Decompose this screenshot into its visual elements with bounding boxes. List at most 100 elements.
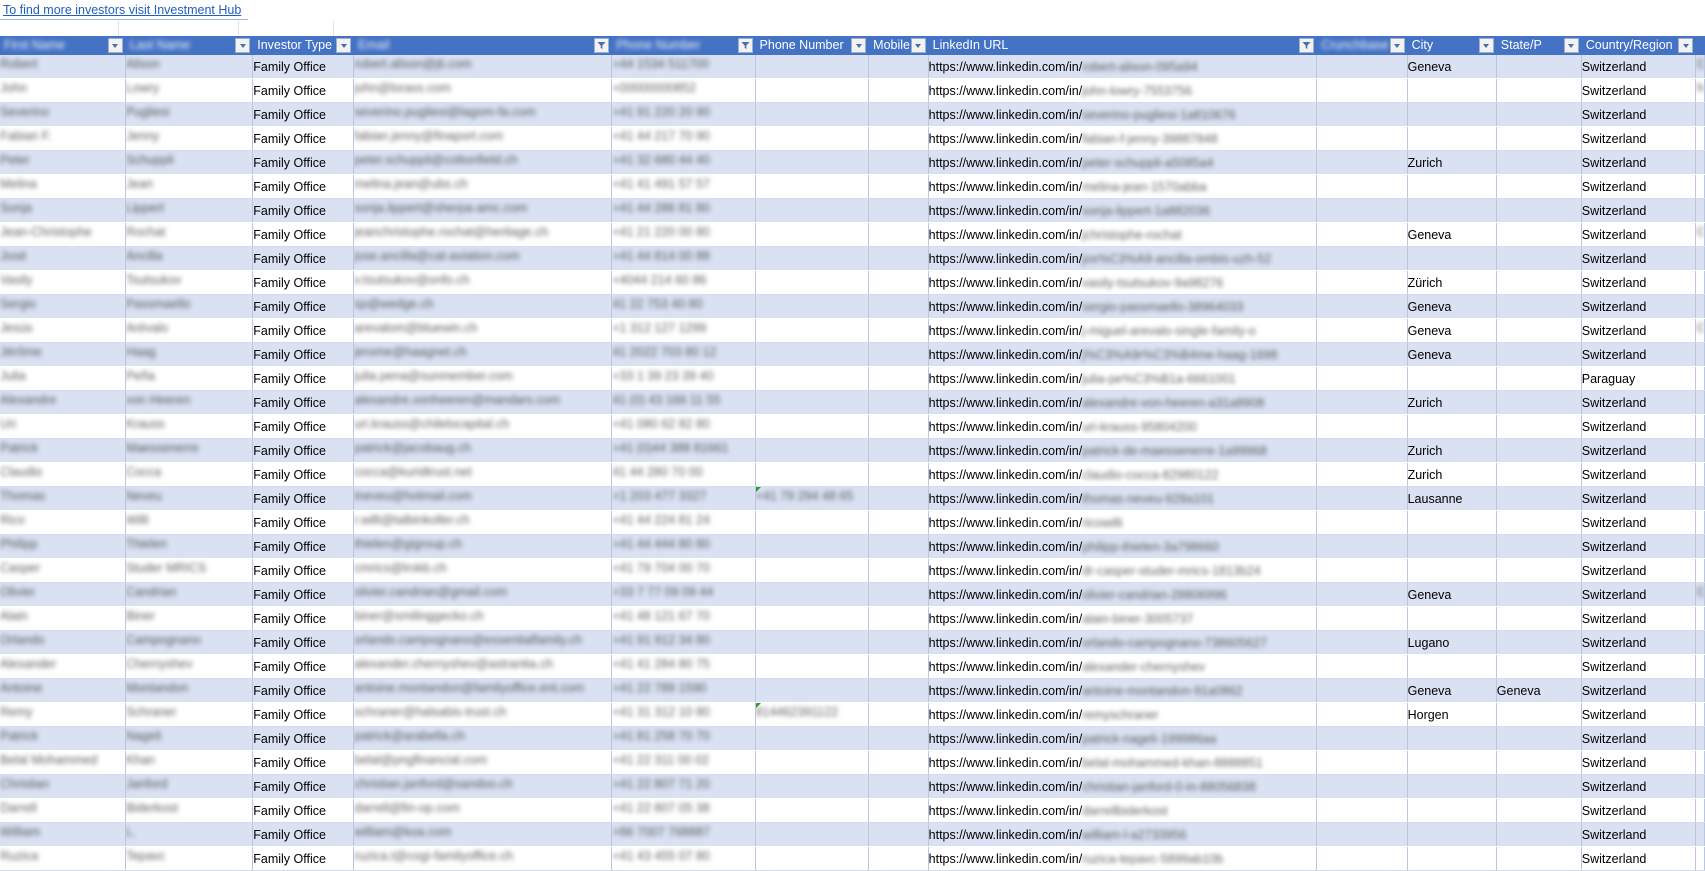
cell-city[interactable]	[1407, 414, 1497, 439]
column-header-investor_type[interactable]: Investor Type	[252, 36, 355, 55]
cell-extra[interactable]	[1695, 366, 1705, 391]
cell-extra[interactable]	[1695, 630, 1705, 655]
cell-linkedin[interactable]: https://www.linkedin.com/in/belal-mohamm…	[928, 750, 1318, 775]
cell-country[interactable]: Switzerland	[1581, 486, 1697, 511]
cell-linkedin[interactable]: https://www.linkedin.com/in/william-l-a2…	[928, 822, 1318, 847]
cell-last_name[interactable]: Neveu	[125, 486, 254, 511]
cell-phone1[interactable]: +41 44 444 80 80	[611, 534, 756, 559]
cell-last_name[interactable]: Lowry	[125, 78, 254, 103]
cell-mobile[interactable]	[868, 414, 929, 439]
cell-country[interactable]: Switzerland	[1581, 726, 1697, 751]
cell-last_name[interactable]: Studer MRICS	[125, 558, 254, 583]
table-row[interactable]: Alain Biner Family Office biner@smilinggeck…	[0, 606, 1705, 631]
cell-email[interactable]: william@koa.com	[353, 822, 613, 847]
cell-phone2[interactable]	[755, 222, 870, 247]
cell-investor_type[interactable]: Family Office	[252, 414, 355, 439]
cell-crunchbase[interactable]	[1316, 246, 1408, 271]
cell-country[interactable]: Switzerland	[1581, 678, 1697, 703]
cell-crunchbase[interactable]	[1316, 294, 1408, 319]
cell-last_name[interactable]: Khan	[125, 750, 254, 775]
cell-extra[interactable]: G	[1695, 222, 1705, 247]
cell-investor_type[interactable]: Family Office	[252, 750, 355, 775]
cell-last_name[interactable]: Rochat	[125, 222, 254, 247]
cell-city[interactable]	[1407, 366, 1497, 391]
table-row[interactable]: Julia Peña Family Office julia.pena@sunmemb…	[0, 366, 1705, 391]
cell-email[interactable]: uri.krauss@chilelocapital.ch	[353, 414, 613, 439]
cell-country[interactable]: Switzerland	[1581, 606, 1697, 631]
cell-first_name[interactable]: Alain	[0, 606, 126, 631]
cell-email[interactable]: jerome@haagnet.ch	[353, 342, 613, 367]
cell-last_name[interactable]: Pugliesi	[125, 102, 254, 127]
cell-phone1[interactable]: +41 41 284 80 75	[611, 654, 756, 679]
cell-phone1[interactable]: +41 91 220 20 90	[611, 102, 756, 127]
filter-dropdown-icon[interactable]	[1678, 38, 1694, 53]
cell-linkedin[interactable]: https://www.linkedin.com/in/remyschraner	[928, 702, 1318, 727]
cell-mobile[interactable]	[868, 294, 929, 319]
cell-first_name[interactable]: Christian	[0, 774, 126, 799]
cell-extra[interactable]	[1695, 342, 1705, 367]
cell-mobile[interactable]	[868, 726, 929, 751]
cell-first_name[interactable]: Belal Mohammed	[0, 750, 126, 775]
cell-email[interactable]: olivier.candrian@gmail.com	[353, 582, 613, 607]
cell-linkedin[interactable]: https://www.linkedin.com/in/sonja-lipper…	[928, 198, 1318, 223]
cell-investor_type[interactable]: Family Office	[252, 582, 355, 607]
cell-phone1[interactable]: +00000000852	[611, 78, 756, 103]
cell-last_name[interactable]: Chernyshev	[125, 654, 254, 679]
cell-first_name[interactable]: Casper	[0, 558, 126, 583]
cell-first_name[interactable]: Jérôme	[0, 342, 126, 367]
cell-last_name[interactable]: Biderkost	[125, 798, 254, 823]
investment-hub-link[interactable]: To find more investors visit Investment …	[0, 1, 241, 19]
cell-last_name[interactable]: Nageli	[125, 726, 254, 751]
cell-linkedin[interactable]: https://www.linkedin.com/in/jchristophe-…	[928, 222, 1318, 247]
cell-mobile[interactable]	[868, 246, 929, 271]
cell-first_name[interactable]: William	[0, 822, 126, 847]
cell-last_name[interactable]: Haag	[125, 342, 254, 367]
cell-country[interactable]: Switzerland	[1581, 78, 1697, 103]
cell-email[interactable]: alexander.chernyshev@astrantia.ch	[353, 654, 613, 679]
cell-email[interactable]: jeanchristophe.rochat@heritage.ch	[353, 222, 613, 247]
column-header-linkedin[interactable]: LinkedIn URL	[928, 36, 1318, 55]
cell-crunchbase[interactable]	[1316, 822, 1408, 847]
cell-crunchbase[interactable]	[1316, 270, 1408, 295]
cell-country[interactable]: Switzerland	[1581, 126, 1697, 151]
cell-country[interactable]: Switzerland	[1581, 270, 1697, 295]
cell-linkedin[interactable]: https://www.linkedin.com/in/orlando-camp…	[928, 630, 1318, 655]
cell-crunchbase[interactable]	[1316, 174, 1408, 199]
table-row[interactable]: Sonja Lippert Family Office sonja.lippert@s…	[0, 198, 1705, 223]
table-row[interactable]: Belal Mohammed Khan Family Office belal@png…	[0, 750, 1705, 775]
cell-city[interactable]	[1407, 750, 1497, 775]
cell-crunchbase[interactable]	[1316, 438, 1408, 463]
cell-phone1[interactable]: +1 312 127 1299	[611, 318, 756, 343]
cell-phone2[interactable]	[755, 246, 870, 271]
cell-mobile[interactable]	[868, 582, 929, 607]
cell-linkedin[interactable]: https://www.linkedin.com/in/alexandre-vo…	[928, 390, 1318, 415]
cell-investor_type[interactable]: Family Office	[252, 102, 355, 127]
cell-last_name[interactable]: Biner	[125, 606, 254, 631]
cell-crunchbase[interactable]	[1316, 606, 1408, 631]
cell-email[interactable]: thielen@gigroup.ch	[353, 534, 613, 559]
filter-dropdown-icon[interactable]	[1299, 38, 1315, 53]
cell-linkedin[interactable]: https://www.linkedin.com/in/philipp-thie…	[928, 534, 1318, 559]
cell-crunchbase[interactable]	[1316, 486, 1408, 511]
cell-first_name[interactable]: Severino	[0, 102, 126, 127]
cell-investor_type[interactable]: Family Office	[252, 294, 355, 319]
cell-crunchbase[interactable]	[1316, 774, 1408, 799]
cell-country[interactable]: Switzerland	[1581, 174, 1697, 199]
cell-country[interactable]: Switzerland	[1581, 438, 1697, 463]
cell-state[interactable]	[1496, 246, 1582, 271]
cell-phone1[interactable]: +41 22 789 1590	[611, 678, 756, 703]
cell-crunchbase[interactable]	[1316, 366, 1408, 391]
cell-city[interactable]: Geneva	[1407, 342, 1497, 367]
cell-city[interactable]: Geneva	[1407, 222, 1497, 247]
cell-first_name[interactable]: Alexander	[0, 654, 126, 679]
cell-crunchbase[interactable]	[1316, 126, 1408, 151]
cell-first_name[interactable]: Philipp	[0, 534, 126, 559]
cell-mobile[interactable]	[868, 318, 929, 343]
cell-email[interactable]: fabian.jenny@finaport.com	[353, 126, 613, 151]
cell-investor_type[interactable]: Family Office	[252, 462, 355, 487]
cell-extra[interactable]	[1695, 558, 1705, 583]
cell-email[interactable]: antoine.montandon@familyoffice.ent.com	[353, 678, 613, 703]
table-row[interactable]: John Lowry Family Office john@loraxs.com +00…	[0, 78, 1705, 103]
column-header-city[interactable]: City	[1407, 36, 1497, 55]
cell-investor_type[interactable]: Family Office	[252, 126, 355, 151]
